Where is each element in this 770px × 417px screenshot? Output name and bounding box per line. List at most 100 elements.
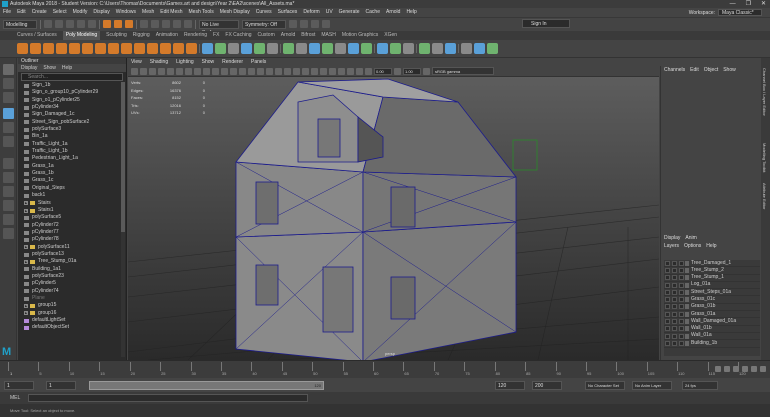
display-type-toggle[interactable] bbox=[679, 326, 684, 332]
playback-toggle[interactable] bbox=[672, 340, 677, 346]
display-type-toggle[interactable] bbox=[679, 289, 684, 295]
outliner-row[interactable]: Sign_1b bbox=[18, 82, 126, 89]
display-type-toggle[interactable] bbox=[679, 340, 684, 346]
uv-editor-icon[interactable] bbox=[419, 43, 430, 54]
layer-color-swatch[interactable] bbox=[685, 289, 689, 295]
shelf-tab-rendering[interactable]: Rendering bbox=[184, 31, 207, 40]
expand-toggle-icon[interactable]: + bbox=[24, 245, 28, 250]
step-forward-icon[interactable] bbox=[751, 366, 757, 372]
display-type-toggle[interactable] bbox=[679, 267, 684, 273]
torus-icon[interactable] bbox=[69, 43, 80, 54]
maximize-button[interactable]: ❐ bbox=[746, 0, 751, 8]
bookmarks-icon[interactable] bbox=[149, 67, 156, 75]
gate-mask-icon[interactable] bbox=[212, 67, 219, 75]
outliner-row[interactable]: defaultObjectSet bbox=[18, 324, 126, 331]
sign-in-button[interactable]: Sign In bbox=[522, 19, 570, 28]
shelf-tab-xgen[interactable]: XGen bbox=[384, 31, 397, 40]
playback-toggle[interactable] bbox=[672, 304, 677, 310]
outliner-row[interactable]: + Tree_Stump_01a bbox=[18, 258, 126, 265]
visibility-toggle[interactable] bbox=[665, 333, 670, 339]
outliner-row[interactable]: pCylinder77 bbox=[18, 229, 126, 236]
cylinder-icon[interactable] bbox=[43, 43, 54, 54]
soft-select-icon[interactable] bbox=[461, 43, 472, 54]
outliner-row[interactable]: + group15 bbox=[18, 302, 126, 309]
playback-toggle[interactable] bbox=[672, 289, 677, 295]
viewport-menu-panels[interactable]: Panels bbox=[251, 58, 266, 66]
shelf-tab-rigging[interactable]: Rigging bbox=[133, 31, 150, 40]
smooth-icon[interactable] bbox=[228, 43, 239, 54]
boolean-union-icon[interactable] bbox=[241, 43, 252, 54]
paint-select-tool-icon[interactable] bbox=[3, 92, 14, 103]
workspace-dropdown[interactable]: Maya Classic* bbox=[718, 9, 762, 16]
show-icon[interactable] bbox=[487, 43, 498, 54]
layer-tab-anim[interactable]: Anim bbox=[685, 234, 696, 242]
shelf-tab-arnold[interactable]: Arnold bbox=[281, 31, 295, 40]
snap-curve-icon[interactable] bbox=[151, 20, 159, 28]
visibility-toggle[interactable] bbox=[665, 319, 670, 325]
outliner-row[interactable]: pCylinder78 bbox=[18, 236, 126, 243]
safe-title-icon[interactable] bbox=[239, 67, 246, 75]
range-slider-handle[interactable]: 120 bbox=[89, 381, 324, 390]
render-settings-icon[interactable] bbox=[311, 20, 319, 28]
visibility-toggle[interactable] bbox=[665, 267, 670, 273]
go-to-start-icon[interactable] bbox=[715, 366, 721, 372]
menu-set-dropdown[interactable]: Modelling bbox=[3, 19, 37, 29]
visibility-toggle[interactable] bbox=[665, 275, 670, 281]
layer-color-swatch[interactable] bbox=[685, 267, 689, 273]
grease-pencil-icon[interactable] bbox=[176, 67, 183, 75]
outliner-row[interactable]: Sign_Damaged_1c bbox=[18, 111, 126, 118]
layer-color-swatch[interactable] bbox=[685, 297, 689, 303]
modelling-toolkit-tab[interactable]: Modelling Toolkit bbox=[762, 143, 767, 173]
outliner-row[interactable]: back1 bbox=[18, 192, 126, 199]
outliner-menu-show[interactable]: Show bbox=[43, 64, 56, 72]
menu-curves[interactable]: Curves bbox=[256, 8, 272, 17]
outliner-row[interactable]: + group16 bbox=[18, 310, 126, 317]
color-management-icon[interactable] bbox=[423, 67, 430, 75]
exposure-field[interactable]: 0.00 bbox=[374, 67, 392, 75]
shelf-tab-bifrost[interactable]: Bifrost bbox=[301, 31, 315, 40]
go-to-end-icon[interactable] bbox=[760, 366, 766, 372]
select-object-icon[interactable] bbox=[114, 20, 122, 28]
extrude-icon[interactable] bbox=[283, 43, 294, 54]
move-tool-icon[interactable] bbox=[3, 108, 14, 119]
snap-surface-icon[interactable] bbox=[184, 20, 192, 28]
snap-view-icon[interactable] bbox=[173, 20, 181, 28]
lasso-tool-icon[interactable] bbox=[3, 78, 14, 89]
xray-joints-icon[interactable] bbox=[356, 67, 363, 75]
open-scene-icon[interactable] bbox=[55, 20, 63, 28]
redo-icon[interactable] bbox=[88, 20, 96, 28]
resolution-gate-icon[interactable] bbox=[203, 67, 210, 75]
field-chart-icon[interactable] bbox=[221, 67, 228, 75]
outliner-row[interactable]: pCylinder72 bbox=[18, 222, 126, 229]
playback-toggle[interactable] bbox=[672, 297, 677, 303]
display-type-toggle[interactable] bbox=[679, 319, 684, 325]
menu-file[interactable]: File bbox=[3, 8, 11, 17]
cone-icon[interactable] bbox=[56, 43, 67, 54]
shelf-tab-mash[interactable]: MASH bbox=[321, 31, 335, 40]
scrollbar-thumb[interactable] bbox=[121, 82, 125, 232]
textured-icon[interactable] bbox=[284, 67, 291, 75]
outliner-row[interactable]: Plane bbox=[18, 295, 126, 302]
layer-menu-layers[interactable]: Layers bbox=[664, 242, 679, 250]
select-hierarchy-icon[interactable] bbox=[103, 20, 111, 28]
viewport-menu-view[interactable]: View bbox=[131, 58, 142, 66]
outliner-menu-help[interactable]: Help bbox=[62, 64, 72, 72]
layer-color-swatch[interactable] bbox=[685, 326, 689, 332]
visibility-toggle[interactable] bbox=[665, 311, 670, 317]
fps-dropdown[interactable]: 24 fps bbox=[682, 381, 718, 390]
outliner-scrollbar[interactable] bbox=[121, 82, 125, 357]
planar-map-icon[interactable] bbox=[432, 43, 443, 54]
menu-edit[interactable]: Edit bbox=[17, 8, 26, 17]
minimize-button[interactable]: — bbox=[730, 0, 736, 8]
platonic-icon[interactable] bbox=[108, 43, 119, 54]
menu-display[interactable]: Display bbox=[93, 8, 109, 17]
outliner-row[interactable]: pCylinder5 bbox=[18, 280, 126, 287]
append-icon[interactable] bbox=[335, 43, 346, 54]
live-surface-field[interactable]: No Live Surface bbox=[199, 19, 239, 36]
boolean-diff-icon[interactable] bbox=[254, 43, 265, 54]
layer-row[interactable]: Tree_Stump_1 bbox=[664, 274, 760, 282]
multi-cut-icon[interactable] bbox=[348, 43, 359, 54]
outliner-row[interactable]: + Stairs bbox=[18, 200, 126, 207]
shelf-tab-sculpting[interactable]: Sculpting bbox=[106, 31, 127, 40]
display-type-toggle[interactable] bbox=[679, 304, 684, 310]
